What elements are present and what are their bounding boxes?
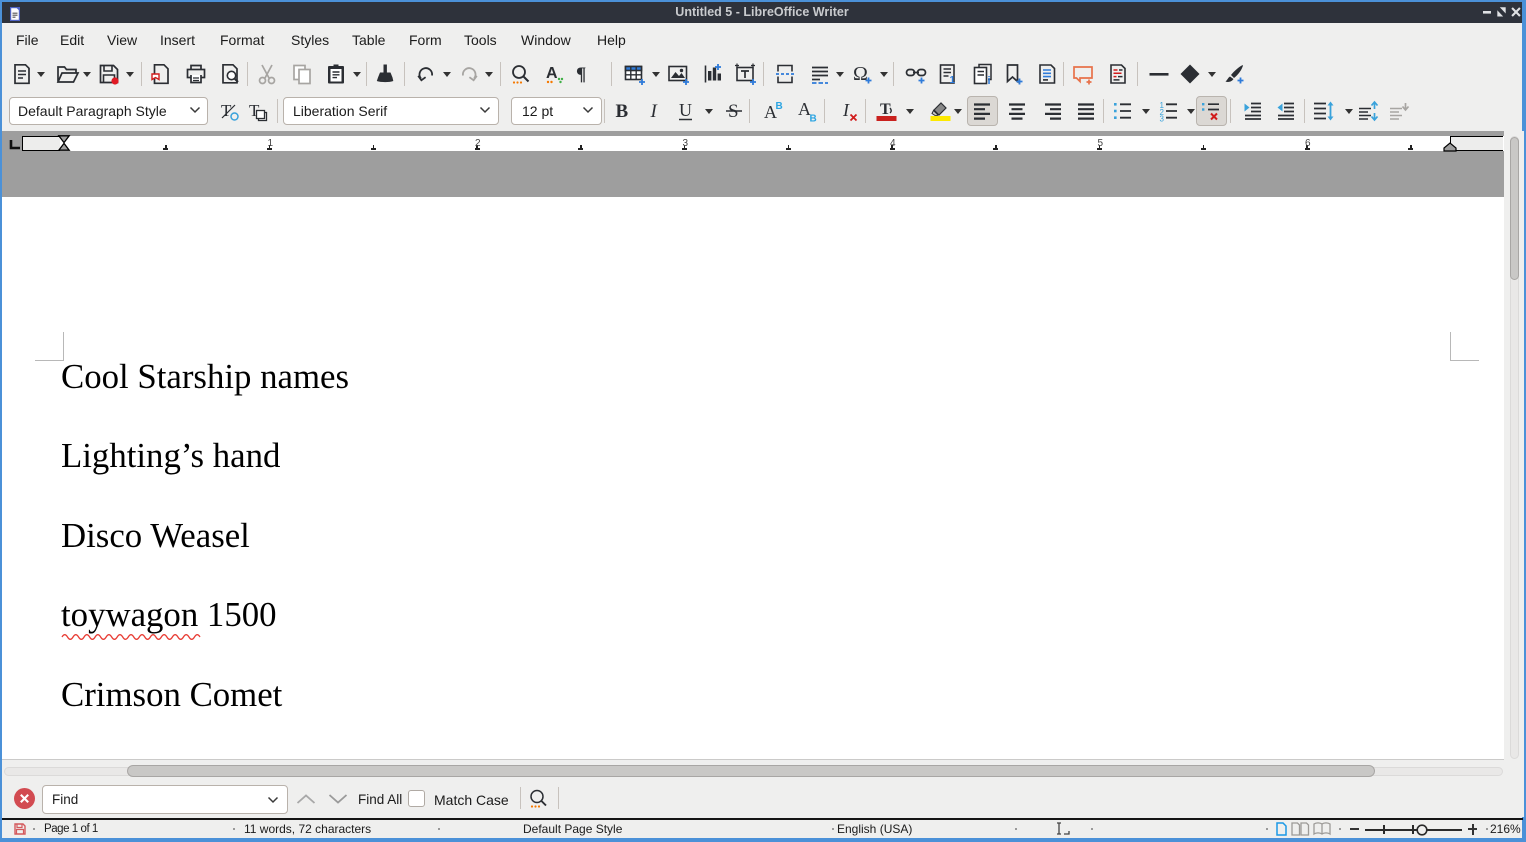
svg-text:B: B xyxy=(776,101,783,112)
svg-text:1: 1 xyxy=(950,75,956,86)
svg-text:U: U xyxy=(679,100,692,120)
svg-text:Ω: Ω xyxy=(853,63,868,85)
svg-text:B: B xyxy=(616,101,629,122)
svg-text:B: B xyxy=(810,114,817,125)
svg-text:T: T xyxy=(880,101,891,118)
svg-text:A: A xyxy=(546,65,558,82)
svg-text:i: i xyxy=(988,75,991,87)
svg-text:¶: ¶ xyxy=(576,64,586,85)
svg-text:I: I xyxy=(650,101,659,122)
svg-text:3: 3 xyxy=(1160,115,1165,124)
svg-text:I: I xyxy=(842,100,850,120)
